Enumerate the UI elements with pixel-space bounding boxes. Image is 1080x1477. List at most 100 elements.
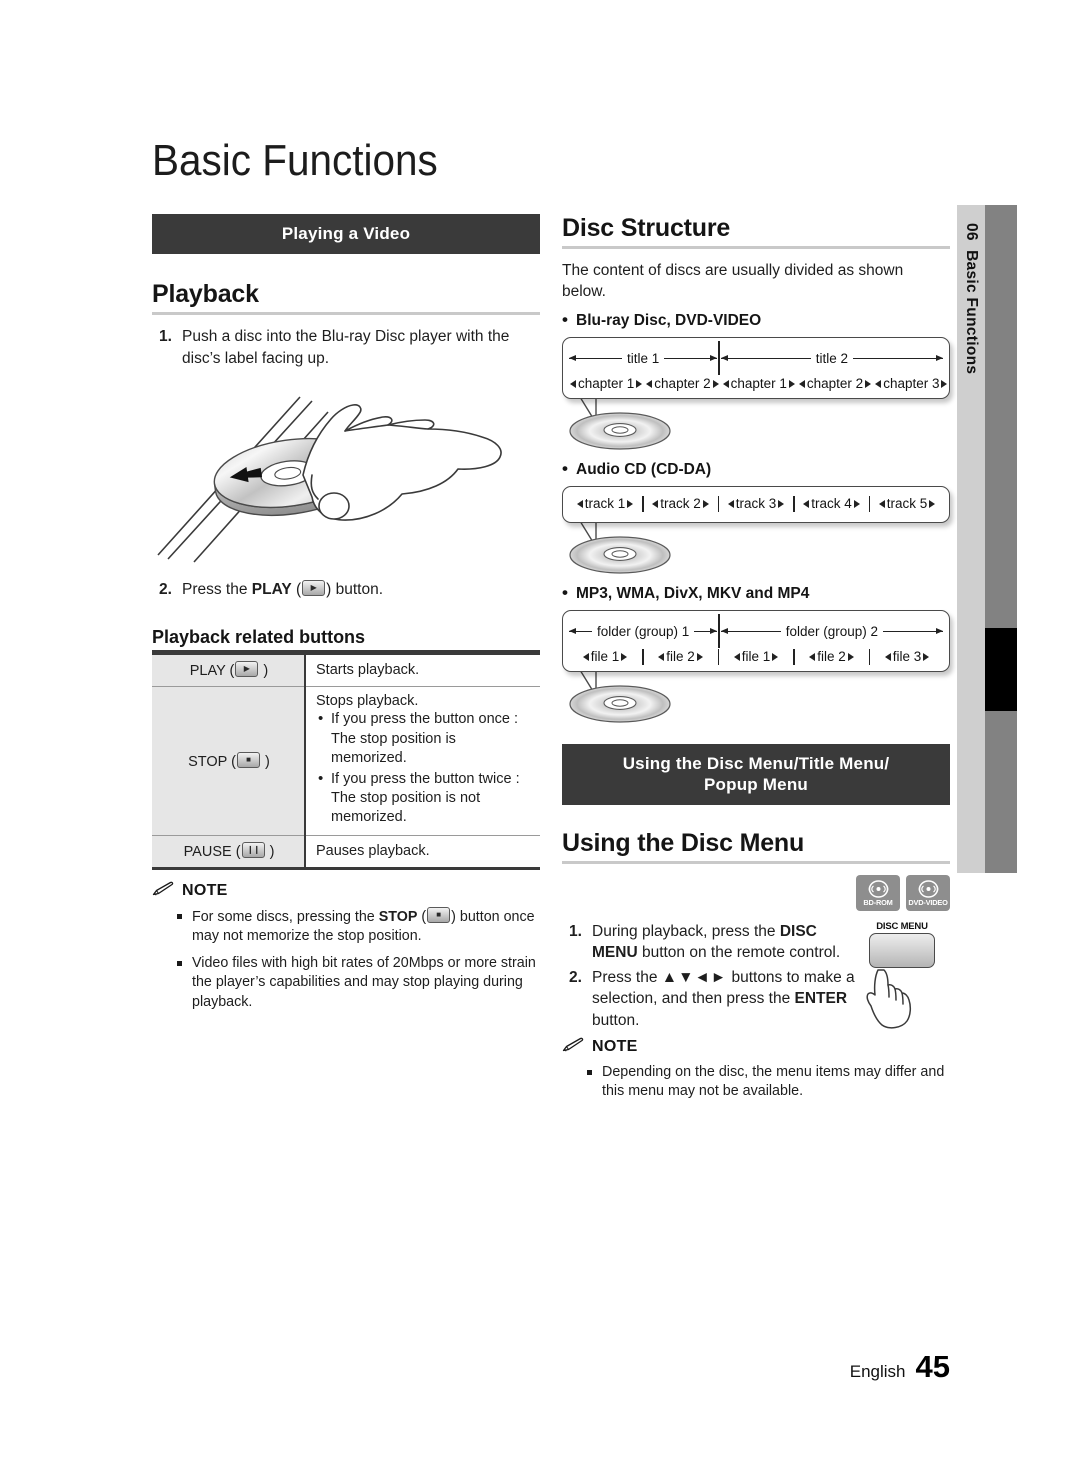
structure-chapters-row: chapter 1 chapter 2 chapter 1 chapter 2 … [569,375,948,392]
arrow-left-icon [727,499,734,508]
divider [793,648,795,665]
arrow-left-icon [646,379,653,388]
group-label-mp3: MP3, WMA, DivX, MKV and MP4 [562,583,950,603]
note-list: For some discs, pressing the STOP () but… [152,906,540,1012]
arrow-right-icon [702,499,709,508]
footer-language: English [849,1362,906,1381]
arrow-right-icon [788,379,795,388]
step-text: Push a disc into the Blu-ray Disc player… [182,328,510,367]
file-cell: file 1 [569,649,641,665]
track-label: track 2 [660,495,701,511]
arrow-right-icon [621,652,628,661]
page-footer: English 45 [850,1349,950,1385]
step-text-before: During playback, press the [592,923,780,941]
structure-diagram-audiocd: track 1 track 2 track 3 track 4 track 5 [562,485,950,583]
description-text: Starts playback. [316,662,420,679]
arrow-left-icon [582,652,589,661]
paren: ( [235,843,241,860]
file-cell: file 3 [871,649,943,665]
structure-diagram-bluray: title 1 title 2 chapter 1 chapter 2 chap… [562,336,950,459]
stop-label: STOP [378,908,418,925]
step-text: Press the PLAY () button. [182,579,540,600]
banner-line-1: Using the Disc Menu/Title Menu/ [622,753,890,773]
folder-label: folder (group) 2 [785,623,879,639]
key-label: STOP [188,753,228,770]
disc-structure-intro: The content of discs are usually divided… [562,262,904,301]
title-span: title 1 [569,351,718,367]
step-text-after: ) button. [326,581,384,598]
note-block: NOTE Depending on the disc, the menu ite… [562,1037,950,1101]
arrow-right-icon [636,379,643,388]
remote-button-caption: DISC MENU [876,921,928,933]
note-block: NOTE For some discs, pressing the STOP (… [152,881,540,1012]
file-label: file 1 [590,648,620,664]
step-number: 1. [569,923,582,941]
table-row: PLAY ( ) Starts playback. [152,652,540,688]
arrow-right-icon [853,499,860,508]
arrow-left-icon [576,499,583,508]
badge-label: DVD-VIDEO [908,897,948,907]
chapter-cell: chapter 1 [722,376,796,392]
paren: ) [260,753,270,770]
table-cell-key: PLAY ( ) [152,652,306,688]
side-tab-label: Basic Functions [963,250,980,375]
heading-disc-structure: Disc Structure [562,214,731,242]
step-number: 1. [159,328,172,346]
side-tab-text: 06 Basic Functions [957,205,985,873]
heading-playback-related-buttons: Playback related buttons [152,627,366,648]
insert-disc-illustration [152,379,540,567]
disc-icon [868,880,888,898]
heading-playback: Playback [152,280,259,309]
heading-using-the-disc-menu: Using the Disc Menu [562,829,805,858]
chapter-cell: chapter 1 [569,376,643,392]
arrow-left-icon [884,652,891,661]
enter-label: ENTER [794,990,848,1008]
section-banner-playing-a-video: Playing a Video [152,214,540,255]
note-header: NOTE [562,1037,950,1058]
note-title: NOTE [182,882,228,900]
track-cell: track 1 [569,496,641,512]
pause-key-icon [241,841,265,858]
structure-box: folder (group) 1 folder (group) 2 file 1… [562,609,950,672]
badge-bd-rom: BD-ROM [856,875,900,912]
note-header: NOTE [152,881,540,902]
track-cell: track 3 [720,496,792,512]
stop-key-icon [236,751,260,768]
step-number: 2. [569,968,582,986]
arrow-right-icon [923,652,930,661]
file-label: file 1 [741,648,771,664]
table-cell-description: Pauses playback. [305,834,540,870]
arrow-left-icon [798,379,805,388]
step-text-after: button on the remote control. [637,944,841,962]
structure-tracks-row: track 1 track 2 track 3 track 4 track 5 [569,495,943,512]
bullet-item: If you press the button once : The stop … [316,709,532,768]
description-text: Pauses playback. [316,842,430,859]
media-type-badges: BD-ROM DVD-VIDEO [562,875,950,912]
step-1: 1. During playback, press the DISC MENU … [562,921,862,964]
remote-button-shape [869,933,935,969]
step-2: 2. Press the ▲▼◄► buttons to make a sele… [562,967,862,1031]
structure-box: title 1 title 2 chapter 1 chapter 2 chap… [562,336,950,399]
heading-rule [152,312,540,316]
arrow-right-icon [865,379,872,388]
arrow-right-icon [696,652,703,661]
arrow-right-icon [883,628,944,635]
left-column: Playing a Video Playback 1. Push a disc … [152,214,540,1020]
arrow-left-icon [875,379,882,388]
note-title: NOTE [592,1038,638,1056]
arrow-right-icon [627,499,634,508]
step-2: 2. Press the PLAY () button. [152,579,540,600]
file-label: file 3 [892,648,922,664]
structure-titles-row: title 1 title 2 [569,340,944,376]
pencil-icon [152,881,174,902]
arrow-right-icon [929,499,936,508]
chapter-label: chapter 2 [806,375,864,391]
table-row: STOP ( ) Stops playback. If you press th… [152,686,540,836]
description-bullets: If you press the button once : The stop … [316,709,532,828]
track-label: track 5 [886,495,928,511]
description-text: Stops playback. [316,693,419,710]
stop-key-icon [427,906,451,923]
note-text-before: For some discs, pressing the [192,908,379,925]
file-label: file 2 [817,648,846,664]
folder-label: folder (group) 1 [596,623,690,639]
